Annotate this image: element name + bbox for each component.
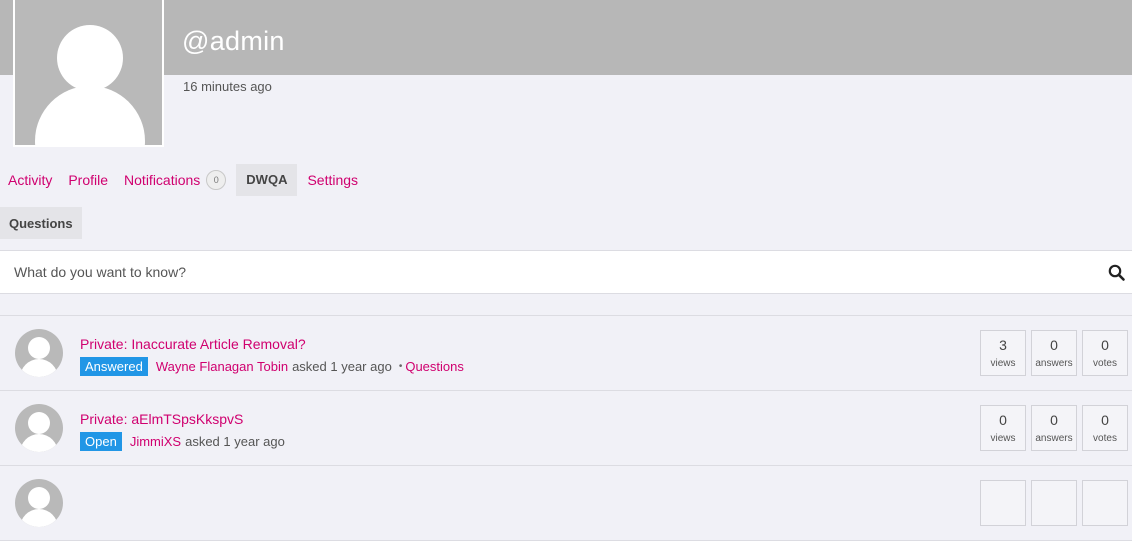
category-link[interactable]: Questions <box>405 359 464 374</box>
author-avatar[interactable] <box>15 329 63 377</box>
question-meta: Answered Wayne Flanagan Tobin asked 1 ye… <box>80 357 464 376</box>
search-bar <box>0 250 1132 294</box>
views-label: views <box>990 358 1016 369</box>
author-avatar[interactable] <box>15 404 63 452</box>
votes-count: 0 <box>1101 337 1109 353</box>
answers-stat: 0 answers <box>1031 330 1077 376</box>
avatar-body-shape <box>20 434 58 452</box>
nav-item-notifications[interactable]: Notifications 0 <box>116 164 234 196</box>
status-badge: Open <box>80 432 122 451</box>
nav-item-settings[interactable]: Settings <box>299 164 366 196</box>
bullet-separator: • <box>398 361 403 372</box>
question-meta: Open JimmiXS asked 1 year ago <box>80 432 285 451</box>
question-row <box>0 466 1132 541</box>
votes-label: votes <box>1093 358 1117 369</box>
question-row: Private: Inaccurate Article Removal? Ans… <box>0 316 1132 391</box>
answers-count: 0 <box>1050 337 1058 353</box>
question-title-link[interactable]: Private: aElmTSpsKkspvS <box>80 411 243 427</box>
votes-count: 0 <box>1101 412 1109 428</box>
profile-username: @admin <box>182 26 285 56</box>
asked-time: asked 1 year ago <box>292 359 392 374</box>
profile-avatar <box>13 0 164 147</box>
author-link[interactable]: JimmiXS <box>130 434 181 449</box>
answers-stat: 0 answers <box>1031 405 1077 451</box>
views-count: 3 <box>999 337 1007 353</box>
search-input[interactable] <box>0 251 1118 293</box>
answers-stat <box>1031 480 1077 526</box>
avatar-head-shape <box>28 412 50 434</box>
views-count: 0 <box>999 412 1007 428</box>
avatar-head-shape <box>57 25 123 91</box>
avatar-body-shape <box>35 86 145 145</box>
question-title-link[interactable]: Private: Inaccurate Article Removal? <box>80 336 306 352</box>
nav-item-label: Settings <box>307 172 359 188</box>
status-badge: Answered <box>80 357 148 376</box>
votes-stat: 0 votes <box>1082 330 1128 376</box>
avatar-body-shape <box>20 359 58 377</box>
avatar-head-shape <box>28 337 50 359</box>
nav-item-label: DWQA <box>246 172 288 187</box>
votes-label: votes <box>1093 433 1117 444</box>
answers-label: answers <box>1035 433 1073 444</box>
nav-item-profile[interactable]: Profile <box>60 164 116 196</box>
author-link[interactable]: Wayne Flanagan Tobin <box>156 359 288 374</box>
asked-time: asked 1 year ago <box>185 434 285 449</box>
nav-item-label: Notifications <box>124 172 201 188</box>
author-avatar[interactable] <box>15 479 63 527</box>
nav-item-activity[interactable]: Activity <box>0 164 60 196</box>
profile-cover <box>0 0 1132 75</box>
question-stats <box>980 480 1128 526</box>
views-stat: 0 views <box>980 405 1026 451</box>
question-row: Private: aElmTSpsKkspvS Open JimmiXS ask… <box>0 391 1132 466</box>
subnav-item-questions[interactable]: Questions <box>0 207 82 239</box>
last-active-time: 16 minutes ago <box>183 79 272 94</box>
nav-item-dwqa[interactable]: DWQA <box>236 164 298 196</box>
nav-item-label: Activity <box>8 172 53 188</box>
avatar-body-shape <box>20 509 58 527</box>
avatar-head-shape <box>28 487 50 509</box>
question-stats: 3 views 0 answers 0 votes <box>980 330 1128 376</box>
answers-count: 0 <box>1050 412 1058 428</box>
search-icon[interactable] <box>1106 262 1128 284</box>
notifications-count-badge: 0 <box>206 170 227 190</box>
votes-stat <box>1082 480 1128 526</box>
votes-stat: 0 votes <box>1082 405 1128 451</box>
views-stat: 3 views <box>980 330 1026 376</box>
profile-nav: Activity Profile Notifications 0 DWQA Se… <box>0 164 366 196</box>
nav-item-label: Profile <box>68 172 109 188</box>
answers-label: answers <box>1035 358 1073 369</box>
question-stats: 0 views 0 answers 0 votes <box>980 405 1128 451</box>
views-stat <box>980 480 1026 526</box>
views-label: views <box>990 433 1016 444</box>
